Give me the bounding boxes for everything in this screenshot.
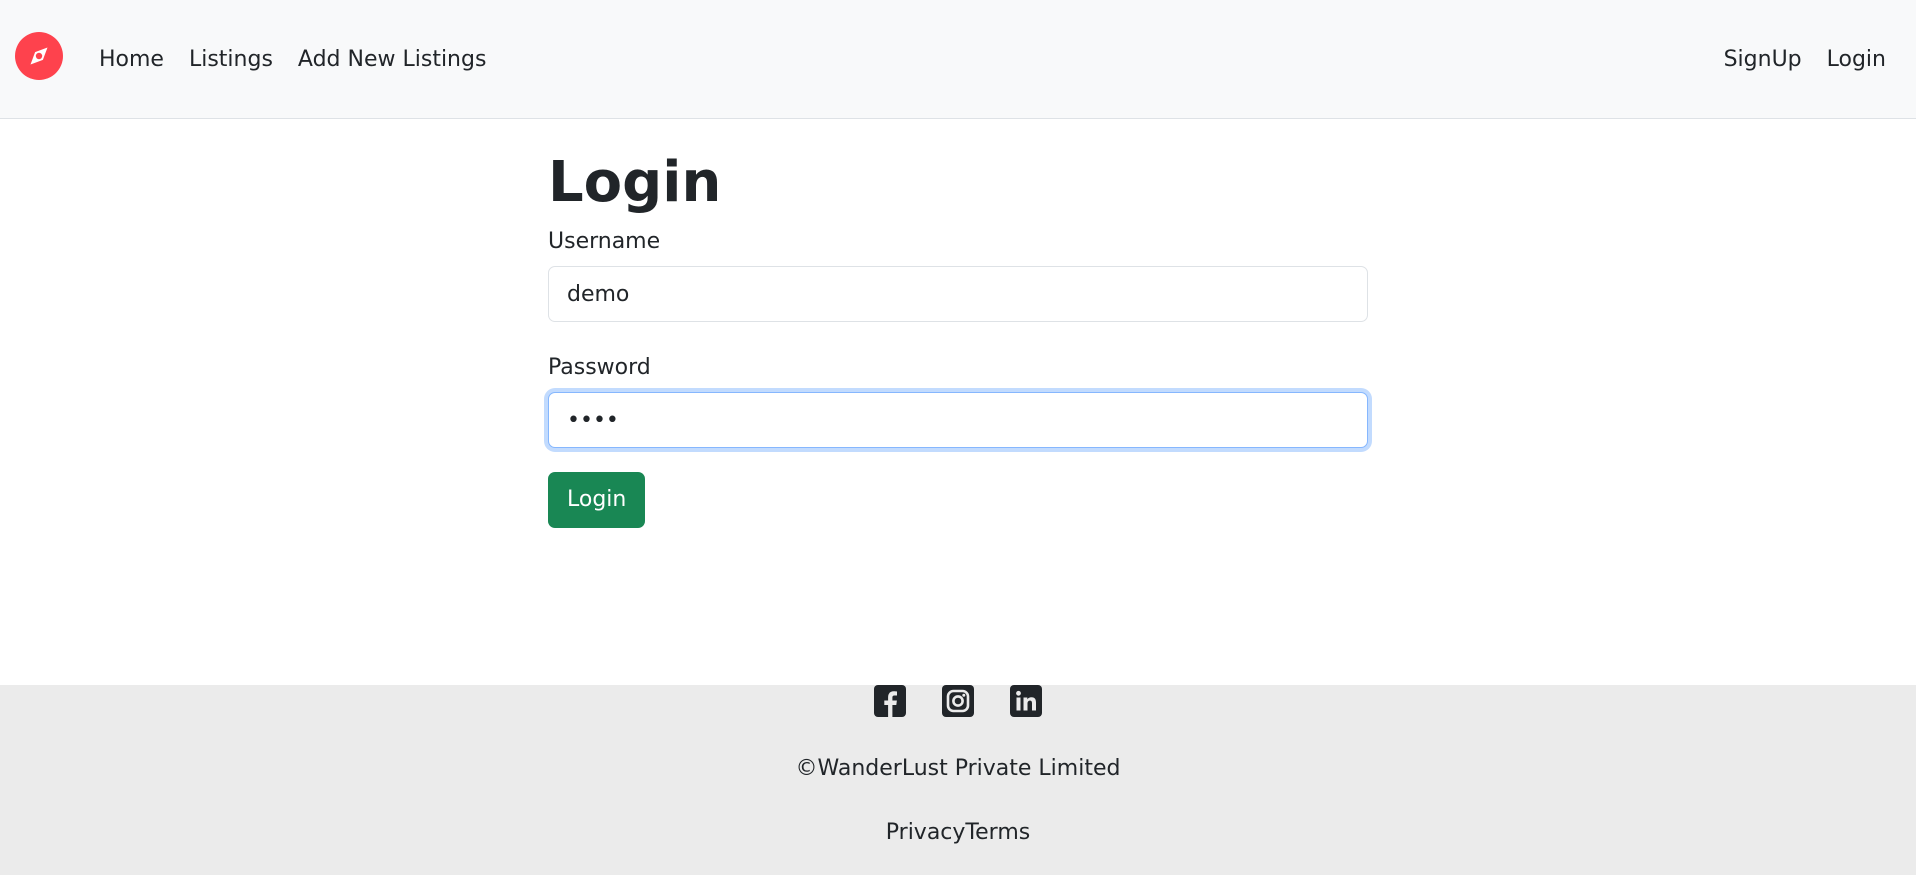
linkedin-icon[interactable] bbox=[1010, 685, 1042, 717]
username-label: Username bbox=[548, 229, 661, 254]
username-input[interactable] bbox=[548, 266, 1368, 322]
password-label: Password bbox=[548, 355, 651, 380]
nav-auth-links: SignUp Login bbox=[1724, 45, 1886, 75]
site-footer: ©WanderLust Private Limited Privacy Term… bbox=[0, 685, 1916, 875]
login-submit-button[interactable]: Login bbox=[548, 472, 646, 528]
nav-link-signup[interactable]: SignUp bbox=[1724, 45, 1802, 75]
facebook-icon[interactable] bbox=[874, 685, 906, 717]
top-navbar: Home Listings Add New Listings SignUp Lo… bbox=[0, 0, 1916, 119]
page-title: Login bbox=[548, 150, 722, 215]
nav-link-listings[interactable]: Listings bbox=[189, 45, 273, 75]
terms-link[interactable]: Terms bbox=[965, 818, 1030, 848]
nav-link-home[interactable]: Home bbox=[99, 45, 164, 75]
social-links bbox=[0, 685, 1916, 717]
nav-link-login[interactable]: Login bbox=[1827, 45, 1886, 75]
compass-icon bbox=[30, 47, 48, 65]
privacy-link[interactable]: Privacy bbox=[886, 818, 966, 848]
instagram-icon[interactable] bbox=[942, 685, 974, 717]
footer-links: Privacy Terms bbox=[0, 818, 1916, 848]
copyright-text: ©WanderLust Private Limited bbox=[795, 756, 1121, 781]
nav-primary-links: Home Listings Add New Listings bbox=[99, 45, 486, 75]
login-form-container: Login Username Password Login bbox=[548, 140, 1368, 528]
nav-link-add-new-listings[interactable]: Add New Listings bbox=[298, 45, 487, 75]
brand-logo-link[interactable] bbox=[15, 32, 63, 80]
password-input[interactable] bbox=[548, 392, 1368, 448]
